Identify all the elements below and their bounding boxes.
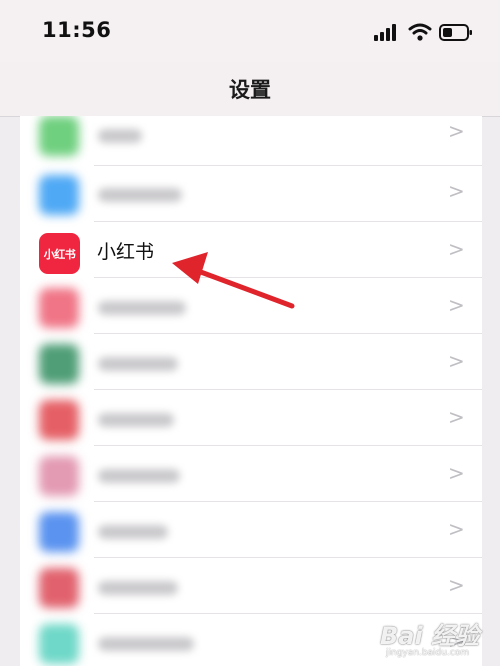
status-icons [368,20,478,44]
wifi-icon [408,23,432,41]
app-icon [39,456,79,496]
settings-app-list: > > > 小红书 小红书 > > > > > > > [20,116,482,666]
blurred-label [98,525,168,539]
xiaohongshu-label: 小红书 [97,241,155,263]
chevron-right-icon: > [448,349,465,373]
xiaohongshu-app-icon: 小红书 [39,233,80,274]
blurred-label [98,469,180,483]
blurred-label [98,413,174,427]
blurred-label [98,581,178,595]
app-icon [39,288,79,328]
blurred-label [98,129,142,143]
page-title: 设置 [229,78,271,102]
blurred-label [98,637,194,651]
chevron-right-icon: > [448,573,465,597]
chevron-right-icon: > [448,119,465,143]
chevron-right-icon: > [448,405,465,429]
list-item[interactable]: > [20,278,482,334]
chevron-right-icon: > [448,517,465,541]
battery-icon [439,24,472,41]
list-item[interactable]: > [20,558,482,614]
app-icon [39,116,79,156]
list-item[interactable]: > [20,502,482,558]
app-icon [39,175,79,215]
app-icon [39,400,79,440]
signal-icon [374,24,396,41]
app-icon [39,344,79,384]
app-icon [39,512,79,552]
nav-bar: 设置 [0,62,500,117]
list-item-xiaohongshu[interactable]: > [20,222,482,278]
list-item[interactable]: > [20,166,482,222]
watermark-logo: Bai 经验 [380,622,480,650]
app-icon [39,624,79,664]
status-time: 11:56 [42,18,112,42]
chevron-right-icon: > [448,179,465,203]
status-bar: 11:56 [0,0,500,62]
list-item[interactable]: > [20,390,482,446]
chevron-right-icon: > [448,237,465,261]
list-item[interactable]: > [20,446,482,502]
blurred-label [98,357,178,371]
chevron-right-icon: > [448,293,465,317]
blurred-label [98,301,186,315]
list-item[interactable]: > [20,116,482,166]
list-item[interactable]: > [20,334,482,390]
watermark: Bai 经验 jingyan.baidu.com [350,612,490,662]
blurred-label [98,188,182,202]
watermark-url: jingyan.baidu.com [386,648,470,658]
xiaohongshu-logo-text: 小红书 [43,247,76,261]
chevron-right-icon: > [448,461,465,485]
app-icon [39,568,79,608]
